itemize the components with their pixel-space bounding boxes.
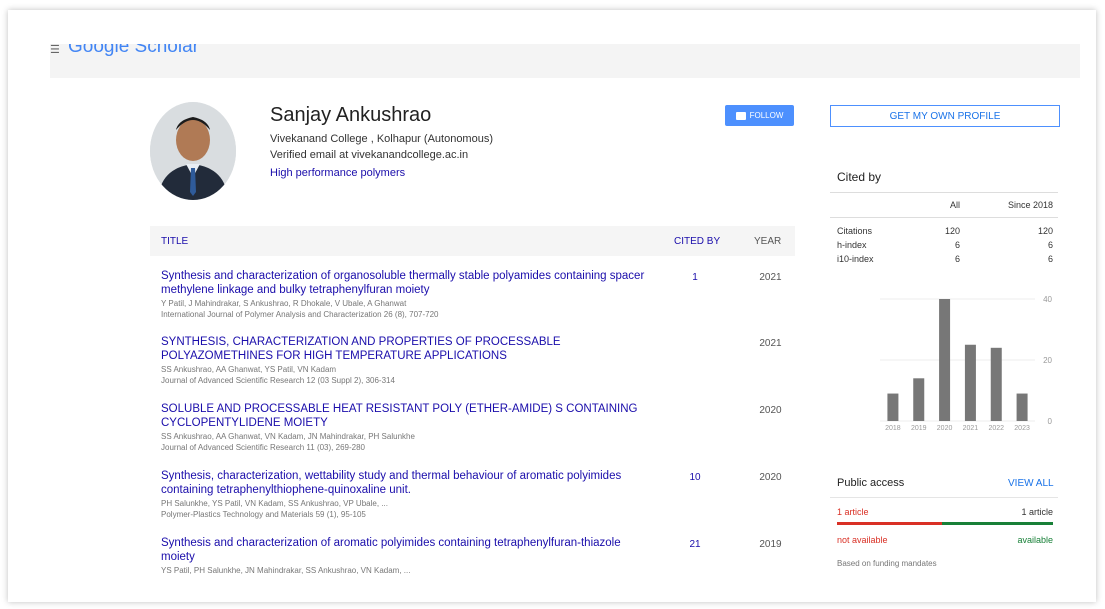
- y-tick-label: 40: [1043, 295, 1052, 304]
- article-title-link[interactable]: SOLUBLE AND PROCESSABLE HEAT RESISTANT P…: [161, 402, 651, 430]
- article-authors: SS Ankushrao, AA Ghanwat, YS Patil, VN K…: [161, 365, 337, 374]
- not-available-count[interactable]: 1 article: [837, 507, 869, 517]
- x-tick-label: 2020: [937, 425, 953, 432]
- article-authors: Y Patil, J Mahindrakar, S Ankushrao, R D…: [161, 299, 407, 308]
- stats-label: h-index: [837, 240, 867, 250]
- stats-since-value: 6: [1047, 240, 1053, 250]
- chart-bar-2019[interactable]: [913, 378, 925, 421]
- article-venue: Journal of Advanced Scientific Research …: [161, 376, 395, 385]
- article-title-link[interactable]: Synthesis and characterization of aromat…: [161, 536, 651, 564]
- profile-affiliation: Vivekanand College , Kolhapur (Autonomou…: [270, 133, 493, 145]
- cited-by-header: Cited by: [837, 170, 882, 184]
- cited-by-column-header[interactable]: CITED BY: [674, 236, 720, 247]
- view-all-link[interactable]: VIEW ALL: [1008, 478, 1054, 489]
- article-year: 2020: [759, 405, 782, 416]
- follow-label: FOLLOW: [749, 111, 784, 120]
- article-venue: International Journal of Polymer Analysi…: [161, 310, 439, 319]
- x-tick-label: 2019: [911, 425, 927, 432]
- y-tick-label: 0: [1048, 417, 1053, 426]
- divider: [830, 497, 1058, 498]
- avatar: [150, 102, 236, 200]
- chart-bar-2022[interactable]: [990, 347, 1002, 421]
- google-scholar-logo[interactable]: Google Scholar: [68, 44, 199, 58]
- stats-label: Citations: [837, 226, 873, 236]
- citations-bar-chart: 40 20 0 2018 2019 2020 2021 2022 2023: [880, 295, 1053, 432]
- stats-since-value: 120: [1037, 226, 1053, 236]
- article-authors: PH Salunkhe, YS Patil, VN Kadam, SS Anku…: [161, 499, 388, 508]
- profile-email: Verified email at vivekanandcollege.ac.i…: [270, 149, 469, 161]
- menu-icon[interactable]: ☰: [50, 45, 62, 56]
- stats-all-value: 120: [944, 226, 960, 236]
- y-tick-label: 20: [1043, 356, 1052, 365]
- available-label: available: [1017, 535, 1053, 545]
- article-authors: SS Ankushrao, AA Ghanwat, VN Kadam, JN M…: [161, 432, 415, 441]
- profile-interest-link[interactable]: High performance polymers: [270, 167, 405, 179]
- article-year: 2021: [759, 338, 782, 349]
- chart-bar-2023[interactable]: [1016, 393, 1028, 421]
- divider: [830, 192, 1058, 193]
- article-venue: Journal of Advanced Scientific Research …: [161, 443, 365, 452]
- article-authors: YS Patil, PH Salunkhe, JN Mahindrakar, S…: [161, 566, 411, 575]
- cited-by-count[interactable]: 21: [680, 539, 710, 550]
- available-bar: [942, 522, 1053, 525]
- get-own-profile-button[interactable]: GET MY OWN PROFILE: [830, 105, 1060, 127]
- x-tick-label: 2023: [1014, 425, 1030, 432]
- article-venue: Polymer-Plastics Technology and Material…: [161, 510, 366, 519]
- stats-label: i10-index: [837, 254, 874, 264]
- chart-bar-2021[interactable]: [964, 344, 976, 421]
- stats-col-all: All: [949, 200, 960, 210]
- table-header: TITLE CITED BY YEAR: [150, 226, 795, 256]
- follow-button[interactable]: FOLLOW: [725, 105, 794, 126]
- available-count[interactable]: 1 article: [1003, 507, 1053, 517]
- stats-col-since[interactable]: Since 2018: [1000, 200, 1053, 210]
- article-year: 2019: [759, 539, 782, 550]
- funding-mandates-note: Based on funding mandates: [837, 559, 937, 568]
- chart-bar-2020[interactable]: [939, 299, 951, 421]
- public-access-header: Public access: [837, 477, 905, 489]
- article-year: 2021: [759, 272, 782, 283]
- not-available-bar: [837, 522, 942, 525]
- title-column-header[interactable]: TITLE: [161, 236, 188, 247]
- article-title-link[interactable]: SYNTHESIS, CHARACTERIZATION AND PROPERTI…: [161, 335, 651, 363]
- article-year: 2020: [759, 472, 782, 483]
- x-tick-label: 2021: [963, 425, 979, 432]
- not-available-label: not available: [837, 535, 888, 545]
- top-bar: ☰ Google Scholar: [50, 44, 1080, 78]
- divider: [830, 217, 1058, 218]
- year-column-header[interactable]: YEAR: [754, 236, 781, 247]
- chart-bar-2018[interactable]: [887, 393, 899, 421]
- x-tick-label: 2022: [988, 425, 1004, 432]
- stats-all-value: 6: [954, 240, 960, 250]
- profile-name: Sanjay Ankushrao: [270, 104, 432, 126]
- cited-by-count[interactable]: 1: [680, 272, 710, 283]
- stats-since-value: 6: [1047, 254, 1053, 264]
- cited-by-count[interactable]: 10: [680, 472, 710, 483]
- follow-icon: [735, 111, 746, 120]
- article-title-link[interactable]: Synthesis, characterization, wettability…: [161, 469, 651, 497]
- stats-all-value: 6: [954, 254, 960, 264]
- article-title-link[interactable]: Synthesis and characterization of organo…: [161, 269, 651, 297]
- x-tick-label: 2018: [885, 425, 901, 432]
